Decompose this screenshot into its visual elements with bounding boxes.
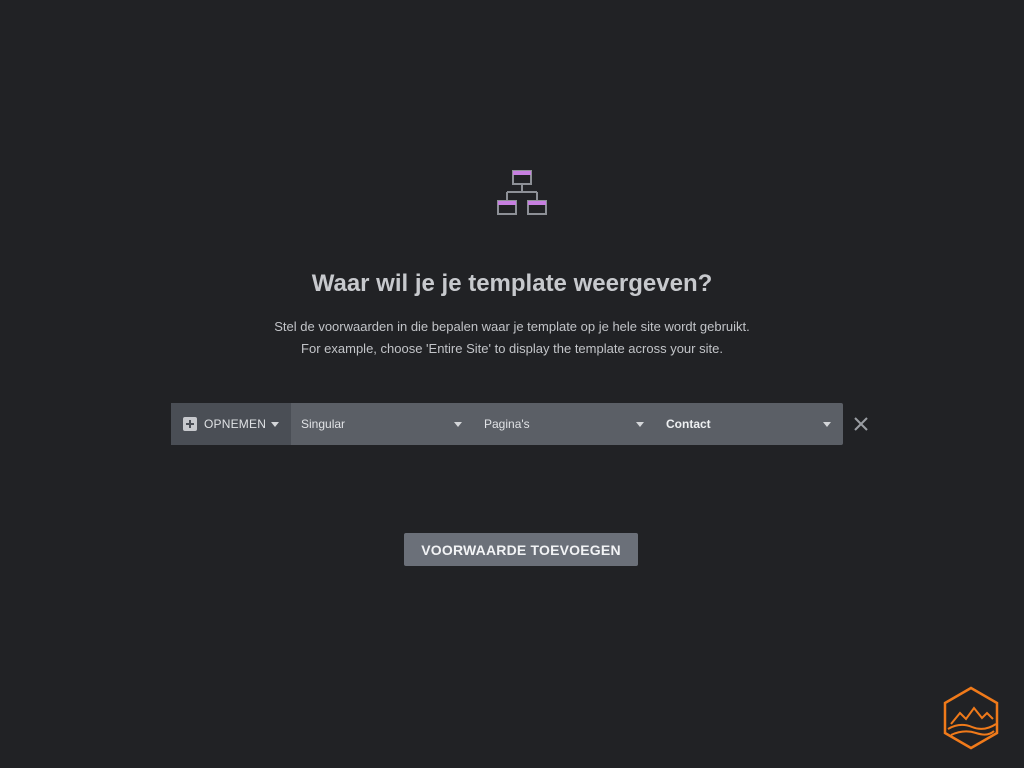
- add-condition-button[interactable]: VOORWAARDE TOEVOEGEN: [404, 533, 638, 566]
- close-icon[interactable]: [853, 416, 869, 432]
- condition-select-pages[interactable]: Pagina's: [474, 403, 656, 445]
- condition-select-2-label: Pagina's: [484, 417, 530, 431]
- condition-row: OPNEMEN Singular Pagina's Contact: [171, 403, 843, 445]
- caret-down-icon: [454, 421, 462, 427]
- caret-down-icon: [636, 421, 644, 427]
- condition-select-3-label: Contact: [666, 417, 711, 431]
- description-line-1: Stel de voorwaarden in die bepalen waar …: [274, 319, 750, 334]
- caret-down-icon: [271, 421, 279, 427]
- condition-select-contact[interactable]: Contact: [656, 403, 843, 445]
- description-line-2: For example, choose 'Entire Site' to dis…: [301, 341, 723, 356]
- conditions-screen: Waar wil je je template weergeven? Stel …: [0, 0, 1024, 768]
- hexagon-mountain-logo: [943, 686, 999, 750]
- condition-select-singular[interactable]: Singular: [291, 403, 474, 445]
- condition-select-1-label: Singular: [301, 417, 346, 431]
- caret-down-icon: [823, 421, 831, 427]
- sitemap-icon: [497, 170, 547, 215]
- plus-square-icon: [183, 417, 197, 431]
- page-title: Waar wil je je template weergeven?: [311, 270, 713, 297]
- condition-type-select[interactable]: OPNEMEN: [171, 403, 291, 445]
- condition-type-label: OPNEMEN: [204, 417, 267, 431]
